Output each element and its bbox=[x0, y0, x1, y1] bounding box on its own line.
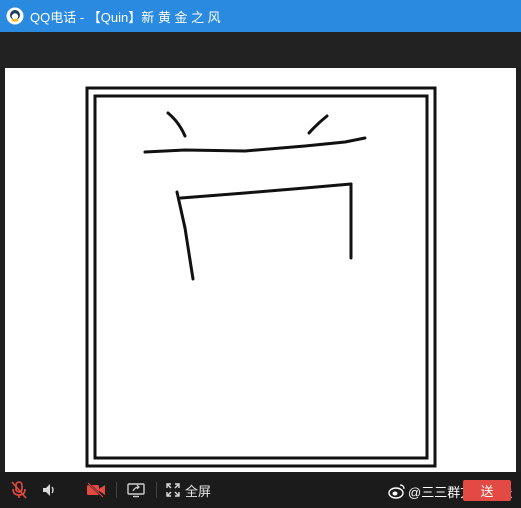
video-view[interactable] bbox=[5, 68, 516, 472]
screen-share-icon[interactable] bbox=[124, 472, 148, 508]
toolbar-strip bbox=[0, 32, 521, 68]
send-button-label: 送 bbox=[480, 484, 494, 499]
weibo-icon bbox=[388, 484, 405, 499]
camera-off-icon[interactable] bbox=[84, 472, 108, 508]
qq-penguin-icon bbox=[6, 7, 24, 25]
mic-muted-icon[interactable] bbox=[8, 472, 30, 508]
divider bbox=[116, 482, 117, 498]
window-title: QQ电话 - 【Quin】新 黄 金 之 风 bbox=[30, 9, 221, 25]
fullscreen-icon bbox=[166, 483, 180, 497]
fullscreen-label: 全屏 bbox=[185, 483, 212, 499]
title-bar: QQ电话 - 【Quin】新 黄 金 之 风 bbox=[0, 0, 521, 32]
send-button[interactable]: 送 bbox=[463, 480, 511, 501]
fullscreen-button[interactable]: 全屏 bbox=[166, 472, 218, 508]
whiteboard-drawing bbox=[85, 86, 437, 468]
divider bbox=[156, 482, 157, 498]
speaker-icon[interactable] bbox=[38, 472, 60, 508]
